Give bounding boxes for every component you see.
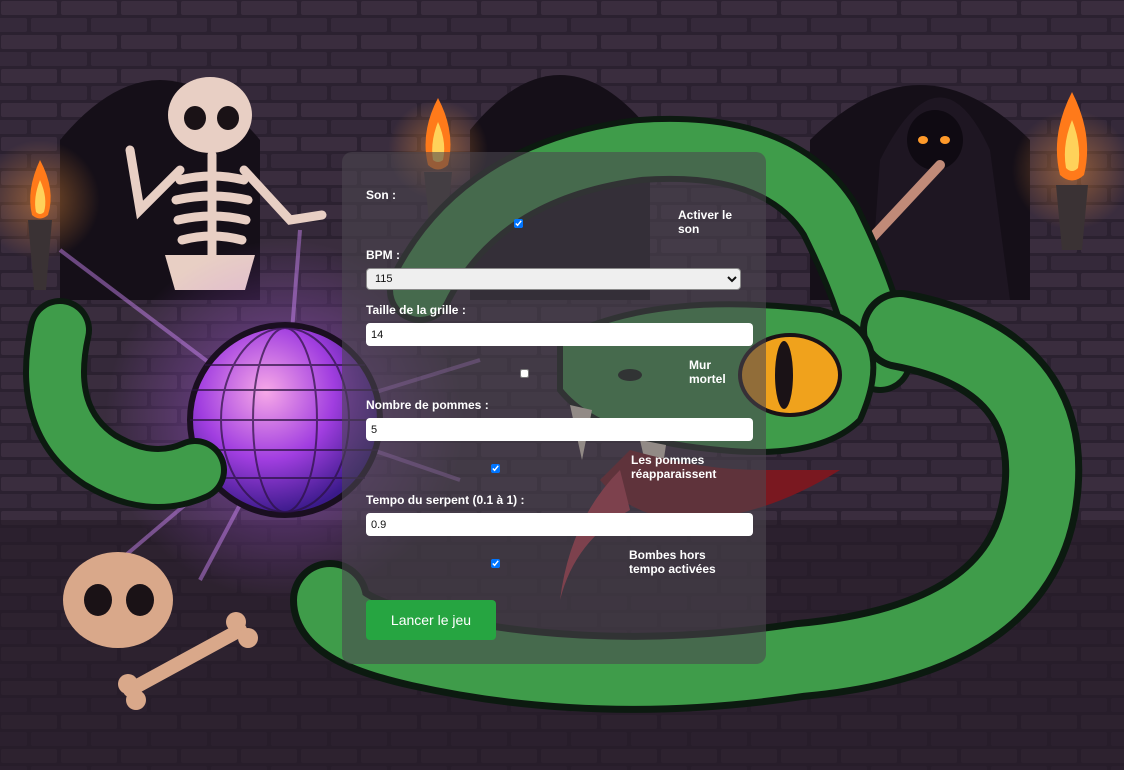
sound-label: Son : bbox=[366, 188, 396, 202]
snake-tempo-input[interactable] bbox=[366, 513, 753, 536]
sound-toggle-label: Activer le son bbox=[678, 208, 733, 236]
bpm-label: BPM : bbox=[366, 248, 400, 262]
off-tempo-bombs-label: Bombes hors tempo activées bbox=[629, 548, 716, 576]
sound-checkbox[interactable] bbox=[514, 219, 523, 228]
bpm-select[interactable]: 115 bbox=[366, 268, 741, 290]
deadly-wall-checkbox[interactable] bbox=[520, 369, 529, 378]
off-tempo-bombs-checkbox[interactable] bbox=[491, 559, 500, 568]
apples-label: Nombre de pommes : bbox=[366, 398, 489, 412]
apples-respawn-checkbox[interactable] bbox=[491, 464, 500, 473]
grid-size-label: Taille de la grille : bbox=[366, 303, 466, 317]
deadly-wall-label: Mur mortel bbox=[689, 358, 726, 386]
snake-tempo-label: Tempo du serpent (0.1 à 1) : bbox=[366, 493, 525, 507]
start-game-button[interactable]: Lancer le jeu bbox=[366, 600, 496, 640]
apples-respawn-label: Les pommes réapparaissent bbox=[631, 453, 717, 481]
grid-size-input[interactable] bbox=[366, 323, 753, 346]
apples-input[interactable] bbox=[366, 418, 753, 441]
